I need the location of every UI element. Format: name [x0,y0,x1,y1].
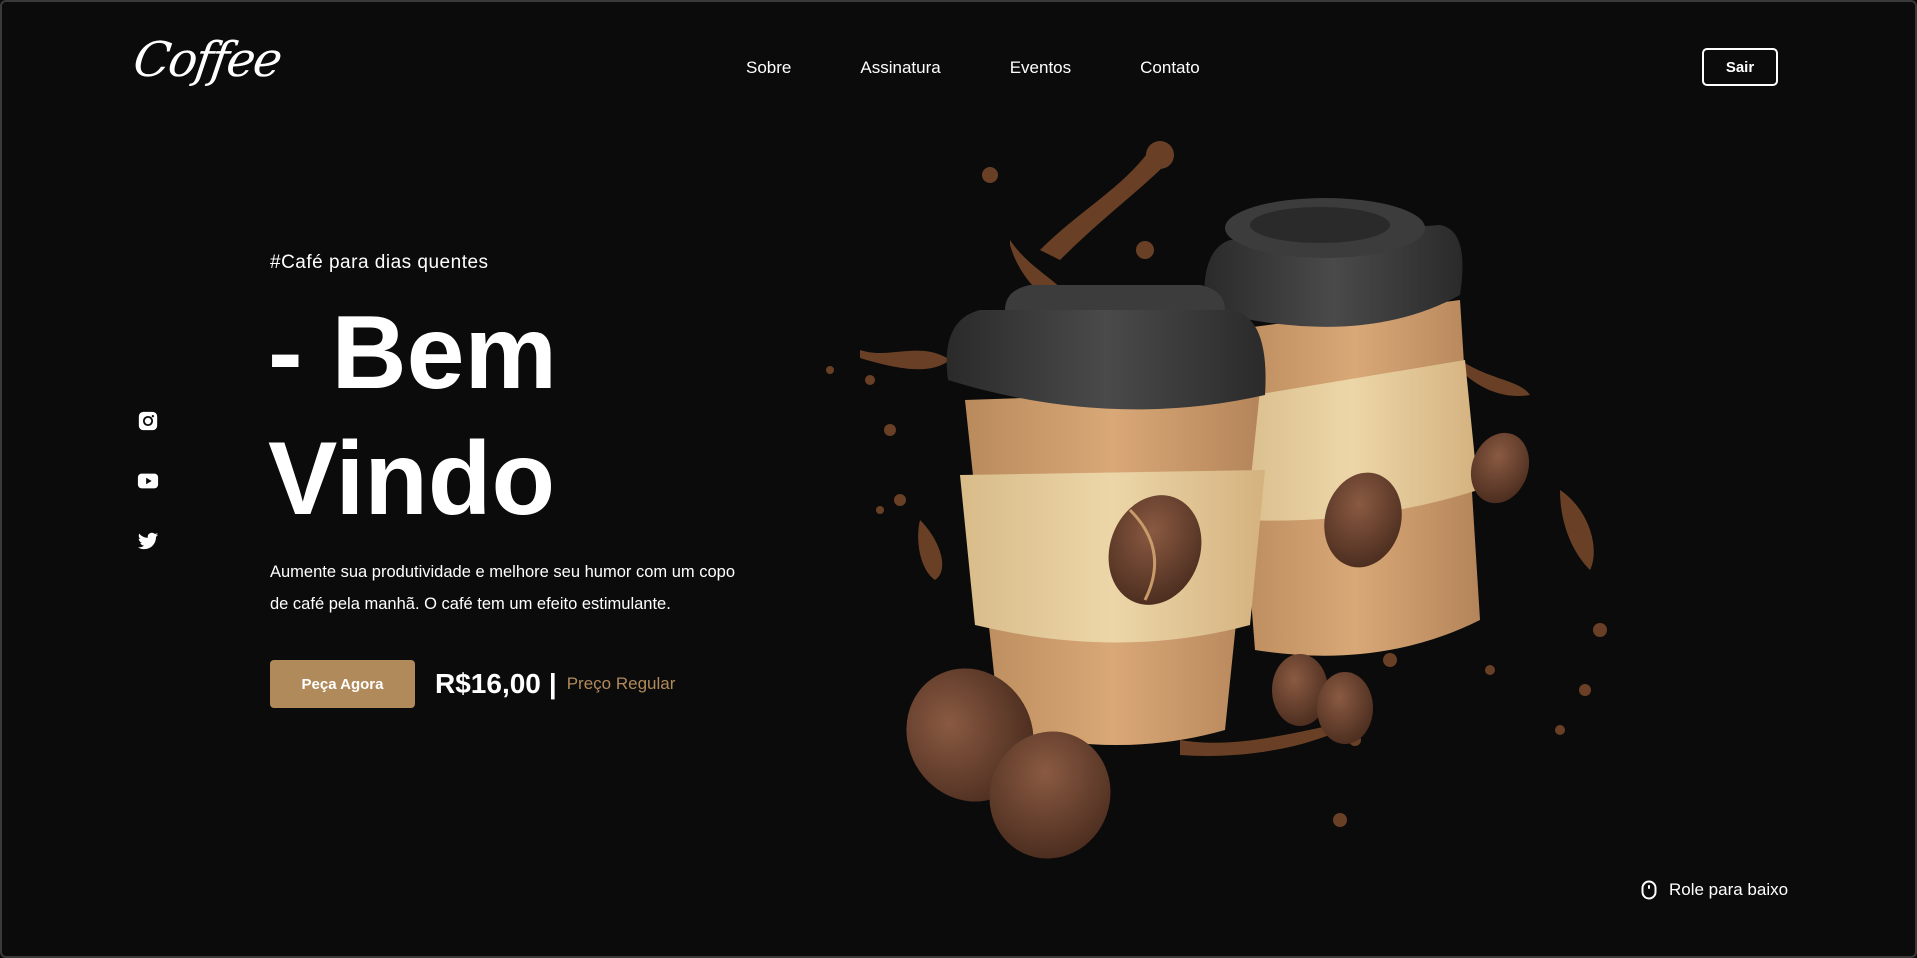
nav-link-eventos[interactable]: Eventos [1010,58,1071,78]
order-now-button[interactable]: Peça Agora [270,660,415,708]
mouse-icon [1641,880,1657,900]
price-row: R$16,00 | Preço Regular [435,666,675,702]
price: R$16,00 [435,668,541,699]
coffee-cups-illustration [826,141,1607,859]
instagram-icon[interactable] [137,410,159,432]
hero-description: Aumente sua produtividade e melhore seu … [270,563,736,613]
main-nav: Sobre Assinatura Eventos Contato [746,58,1200,78]
nav-link-assinatura[interactable]: Assinatura [860,58,940,78]
social-links [137,410,159,590]
twitter-icon[interactable] [137,530,159,552]
scroll-down-label: Role para baixo [1669,880,1789,899]
logout-button[interactable]: Sair [1702,48,1778,86]
regular-price-label: Preço Regular [566,674,676,693]
scroll-down-hint[interactable]: Role para baixo [1641,880,1788,900]
youtube-icon[interactable] [137,470,159,492]
headline-line-1: - Bem [268,295,557,411]
price-separator: | [548,668,557,699]
headline-line-2: Vindo [268,421,555,537]
hero-headline: - Bem Vindo [268,290,557,542]
nav-link-contato[interactable]: Contato [1140,58,1200,78]
hero-tag: #Café para dias quentes [270,252,489,273]
nav-link-sobre[interactable]: Sobre [746,58,791,78]
logo[interactable]: Coffee [130,32,284,88]
